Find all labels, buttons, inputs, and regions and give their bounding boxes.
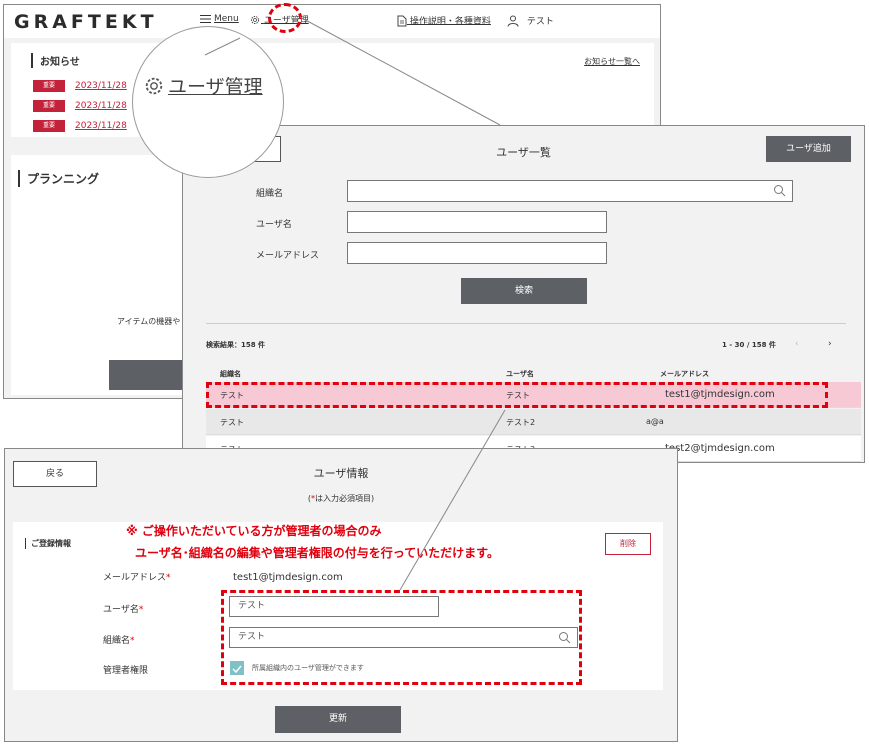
- email-label-text: メールアドレス: [103, 573, 167, 583]
- org-label: 組織名: [256, 189, 284, 199]
- cell-email: test2@tjmdesign.com: [665, 443, 775, 454]
- zoom-magnifier: ユーザ管理: [132, 26, 284, 178]
- divider: [206, 323, 846, 324]
- org-label-text: 組織名: [103, 636, 131, 646]
- zoomed-label: ユーザ管理: [168, 76, 263, 98]
- document-icon: [397, 15, 407, 26]
- section-title: ご登録情報: [25, 538, 71, 549]
- admin-label: 管理者権限: [103, 666, 149, 676]
- important-badge: 重要: [33, 79, 65, 92]
- email-label: メールアドレス*: [103, 570, 171, 583]
- news-date[interactable]: 2023/11/28: [75, 81, 127, 91]
- menu-label: Menu: [214, 14, 239, 24]
- column-header-email[interactable]: メールアドレス: [660, 369, 709, 379]
- news-item[interactable]: 重要2023/11/28テ: [33, 119, 144, 132]
- required-star: *: [166, 573, 171, 583]
- results-count: 検索結果：158 件: [206, 341, 266, 349]
- news-item[interactable]: 重要2023/11/28テ: [33, 99, 144, 112]
- required-note: (*は入力必須項目): [5, 493, 677, 504]
- prev-page-button[interactable]: ‹: [795, 339, 799, 349]
- email-label: メールアドレス: [256, 251, 320, 261]
- news-date[interactable]: 2023/11/28: [75, 121, 127, 131]
- required-star: *: [138, 605, 144, 615]
- next-page-button[interactable]: ›: [828, 339, 832, 349]
- hamburger-icon: [200, 14, 211, 23]
- planning-action-bar[interactable]: [109, 360, 189, 390]
- user-name-input[interactable]: [347, 211, 607, 233]
- menu-link[interactable]: Menu: [200, 14, 239, 24]
- highlight-annotation-form: [221, 590, 582, 685]
- pagination-info: 1 - 30 / 158 件: [722, 341, 776, 349]
- zoomed-user-management: ユーザ管理: [143, 72, 263, 99]
- required-suffix: は入力必須項目): [315, 494, 375, 503]
- composite-screenshot: GRAFTEKT Menu ユーザ管理 操作説明・各種資料 テスト お知らせ お…: [0, 0, 869, 746]
- user-menu[interactable]: テスト: [507, 14, 554, 27]
- search-icon: [774, 185, 786, 197]
- column-header-user[interactable]: ユーザ名: [506, 369, 534, 379]
- gear-icon: [251, 15, 259, 24]
- cell-email: a@a: [646, 417, 664, 426]
- cell-user: テスト2: [506, 418, 536, 427]
- planning-title: プランニング: [18, 170, 99, 187]
- user-name-label: ユーザ名: [256, 220, 292, 230]
- page-title: ユーザ一覧: [496, 146, 551, 159]
- important-badge: 重要: [33, 99, 65, 112]
- highlight-annotation-row: [206, 382, 828, 408]
- person-icon: [507, 15, 519, 27]
- user-name-label-text: ユーザ名: [103, 605, 139, 615]
- table-row[interactable]: テスト テスト2 a@a: [206, 409, 861, 435]
- required-star: *: [130, 636, 135, 646]
- org-label: 組織名*: [103, 633, 135, 646]
- admin-note-line2: ユーザ名･組織名の編集や管理者権限の付与を行っていただけます。: [135, 546, 499, 560]
- news-date[interactable]: 2023/11/28: [75, 101, 127, 111]
- news-view-all-link[interactable]: お知らせ一覧へ: [584, 56, 640, 67]
- update-button[interactable]: 更新: [275, 706, 401, 733]
- important-badge: 重要: [33, 119, 65, 132]
- email-value: test1@tjmdesign.com: [233, 572, 343, 583]
- cell-org: テスト: [220, 418, 244, 427]
- logo: GRAFTEKT: [14, 11, 158, 33]
- gear-icon: [145, 77, 163, 94]
- docs-link[interactable]: 操作説明・各種資料: [397, 14, 491, 27]
- column-header-org[interactable]: 組織名: [220, 369, 241, 379]
- news-title: お知らせ: [31, 53, 80, 68]
- add-user-button[interactable]: ユーザ追加: [766, 136, 851, 162]
- top-header: GRAFTEKT Menu ユーザ管理 操作説明・各種資料 テスト: [4, 5, 660, 38]
- page-title: ユーザ情報: [313, 467, 369, 480]
- org-search-input[interactable]: [347, 180, 793, 202]
- user-name-label: ユーザ名*: [103, 602, 143, 615]
- planning-item-text: アイテムの機器や: [117, 317, 181, 326]
- user-info-window: 戻る ユーザ情報 (*は入力必須項目) ご登録情報 ※ ご操作いただいている方が…: [4, 448, 678, 742]
- news-section: お知らせ お知らせ一覧へ 重要2023/11/28テ 重要2023/11/28テ…: [11, 43, 654, 137]
- delete-button[interactable]: 削除: [605, 533, 651, 555]
- user-list-window: 戻る ユーザ一覧 ユーザ追加 組織名 ユーザ名 メールアドレス 検索 検索結果：…: [182, 125, 865, 463]
- news-item[interactable]: 重要2023/11/28テ: [33, 79, 144, 92]
- search-button[interactable]: 検索: [461, 278, 587, 304]
- user-name: テスト: [526, 17, 554, 27]
- click-target-annotation: [268, 3, 302, 33]
- docs-label: 操作説明・各種資料: [409, 17, 491, 27]
- admin-note-line1: ※ ご操作いただいている方が管理者の場合のみ: [126, 524, 382, 538]
- email-input[interactable]: [347, 242, 607, 264]
